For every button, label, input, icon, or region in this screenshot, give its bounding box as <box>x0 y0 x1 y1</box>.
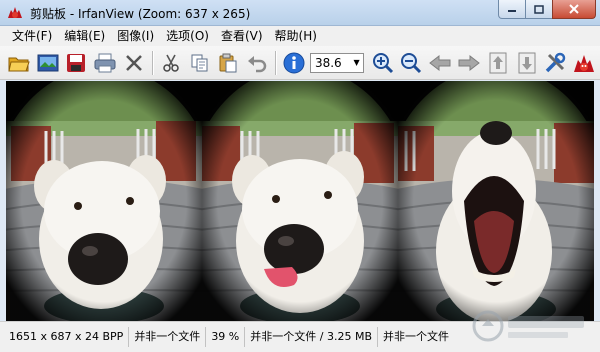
status-date: 并非一个文件 <box>383 330 449 343</box>
close-button[interactable] <box>552 0 596 19</box>
settings-button[interactable] <box>542 50 568 76</box>
close-icon <box>569 4 579 14</box>
delete-icon <box>126 54 142 71</box>
dog-photo <box>6 81 202 321</box>
menu-edit[interactable]: 编辑(E) <box>58 26 111 46</box>
about-button[interactable] <box>571 50 597 76</box>
next-icon <box>458 54 480 71</box>
open-folder-icon <box>8 57 30 71</box>
move-down-button[interactable] <box>514 50 540 76</box>
status-dimensions: 1651 x 687 x 24 BPP <box>4 327 130 347</box>
dog-photo <box>398 81 594 321</box>
minimize-icon <box>508 10 516 12</box>
print-icon <box>94 53 116 72</box>
menu-file[interactable]: 文件(F) <box>6 26 58 46</box>
previous-icon <box>429 54 451 71</box>
settings-icon <box>546 52 566 72</box>
chevron-down-icon: ▼ <box>353 58 360 67</box>
zoom-in-button[interactable] <box>370 50 396 76</box>
copy-button[interactable] <box>187 50 213 76</box>
move-up-button[interactable] <box>485 50 511 76</box>
zoom-out-button[interactable] <box>398 50 424 76</box>
next-button[interactable] <box>456 50 482 76</box>
toolbar: 38.6 ▼ <box>0 46 600 80</box>
window-title: 剪贴板 - IrfanView (Zoom: 637 x 265) <box>30 7 251 21</box>
menu-image[interactable]: 图像(I) <box>111 26 160 46</box>
thumbnails-button[interactable] <box>35 50 61 76</box>
previous-button[interactable] <box>427 50 453 76</box>
dog-photo <box>202 81 398 321</box>
paste-icon <box>219 53 237 72</box>
cut-icon <box>163 54 179 72</box>
maximize-button[interactable] <box>525 0 553 19</box>
image-panel <box>398 81 594 321</box>
undo-button[interactable] <box>244 50 270 76</box>
irfanview-cat-icon[interactable] <box>6 4 24 22</box>
undo-icon <box>248 55 267 72</box>
move-up-icon <box>489 52 507 73</box>
move-down-icon <box>518 52 535 73</box>
menu-bar: 文件(F) 编辑(E) 图像(I) 选项(O) 查看(V) 帮助(H) <box>0 26 600 46</box>
info-icon <box>283 52 305 73</box>
toolbar-separator <box>151 50 153 75</box>
image-panel <box>6 81 202 321</box>
menu-view[interactable]: 查看(V) <box>215 26 269 46</box>
window-controls <box>498 0 596 19</box>
image-panel <box>202 81 398 321</box>
save-button[interactable] <box>64 50 90 76</box>
info-button[interactable] <box>281 50 307 76</box>
delete-button[interactable] <box>121 50 147 76</box>
zoom-dropdown[interactable]: 38.6 ▼ <box>309 52 364 73</box>
menu-options[interactable]: 选项(O) <box>160 26 215 46</box>
toolbar-separator <box>275 50 277 75</box>
image-canvas[interactable] <box>6 81 594 321</box>
copy-icon <box>191 54 208 71</box>
paste-button[interactable] <box>216 50 242 76</box>
print-button[interactable] <box>92 50 118 76</box>
minimize-button[interactable] <box>498 0 526 19</box>
zoom-in-icon <box>372 52 393 73</box>
status-bar: 1651 x 687 x 24 BPP 并非一个文件 39 % 并非一个文件 /… <box>0 321 600 352</box>
thumbnails-icon <box>37 54 59 71</box>
status-zoom: 39 % <box>206 327 246 347</box>
open-button[interactable] <box>6 50 32 76</box>
menu-help[interactable]: 帮助(H) <box>269 26 323 46</box>
maximize-icon <box>534 4 544 14</box>
cut-button[interactable] <box>158 50 184 76</box>
zoom-out-icon <box>401 52 422 73</box>
irfanview-cat-icon <box>574 54 595 72</box>
status-file-size: 并非一个文件 / 3.25 MB <box>245 327 378 347</box>
title-bar: 剪贴板 - IrfanView (Zoom: 637 x 265) <box>0 0 600 26</box>
status-filename: 并非一个文件 <box>129 327 207 347</box>
zoom-value: 38.6 <box>314 55 342 70</box>
save-icon <box>67 53 86 72</box>
